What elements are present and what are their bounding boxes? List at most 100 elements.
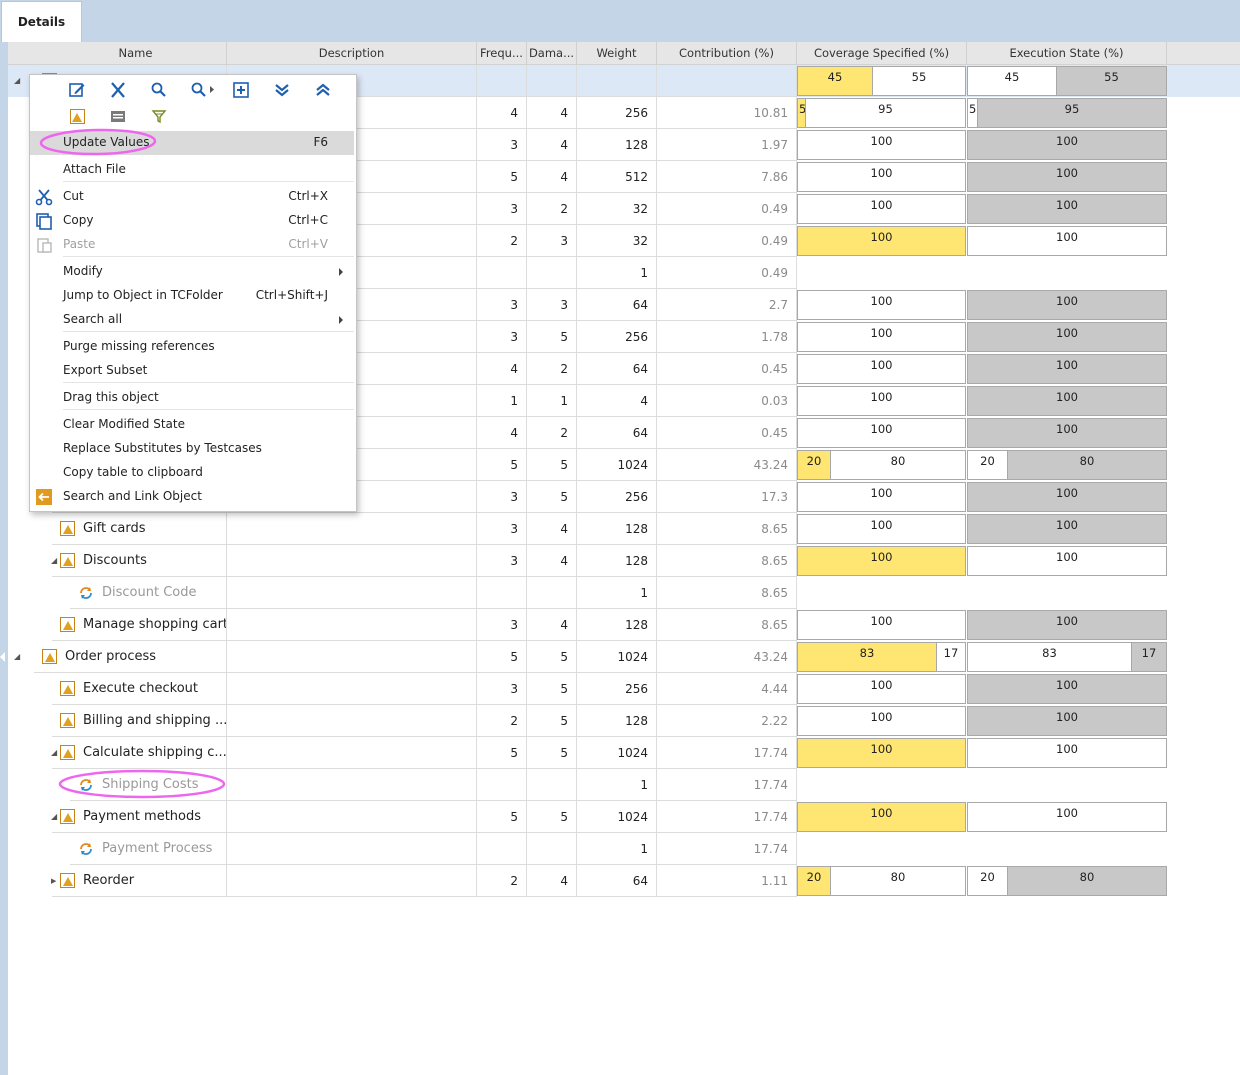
menu-item-attach-file[interactable]: Attach File — [30, 158, 354, 182]
damage-cell[interactable]: 5 — [527, 737, 577, 769]
collapse-all-icon[interactable] — [272, 80, 292, 100]
coverage-bar[interactable]: 100 — [797, 610, 966, 640]
weight-cell[interactable]: 256 — [577, 673, 657, 705]
weight-cell[interactable]: 128 — [577, 129, 657, 161]
coverage-bar[interactable]: 100 — [797, 162, 966, 192]
expander-expanded-icon[interactable]: ◢ — [51, 556, 57, 565]
contribution-cell[interactable]: 1.97 — [657, 129, 797, 161]
execution-bar[interactable]: 100 — [967, 290, 1167, 320]
coverage-bar[interactable]: 100 — [797, 418, 966, 448]
frequency-cell[interactable]: 4 — [477, 353, 527, 385]
frequency-cell[interactable]: 4 — [477, 417, 527, 449]
coverage-bar[interactable]: 100 — [797, 674, 966, 704]
description-cell[interactable] — [227, 577, 477, 609]
execution-bar[interactable]: 20 80 — [967, 450, 1167, 480]
damage-cell[interactable]: 5 — [527, 705, 577, 737]
menu-item-copy[interactable]: Copy Ctrl+C — [30, 209, 354, 233]
frequency-cell[interactable]: 2 — [477, 225, 527, 257]
table-row[interactable]: Execute checkout 3 5 256 4.44 100 100 — [8, 673, 1240, 705]
damage-cell[interactable]: 4 — [527, 513, 577, 545]
contribution-cell[interactable]: 2.7 — [657, 289, 797, 321]
coverage-bar[interactable]: 5 95 — [797, 98, 966, 128]
search-icon[interactable] — [149, 80, 169, 100]
frequency-cell[interactable]: 3 — [477, 481, 527, 513]
damage-cell[interactable]: 5 — [527, 673, 577, 705]
execution-bar[interactable]: 100 — [967, 546, 1167, 576]
menu-item-jump-to-object-in-tcfolder[interactable]: Jump to Object in TCFolder Ctrl+Shift+J — [30, 284, 354, 308]
collapse-panel-arrow-icon[interactable] — [0, 652, 5, 662]
damage-cell[interactable] — [527, 257, 577, 289]
expand-all-icon[interactable] — [313, 80, 333, 100]
contribution-cell[interactable]: 1.78 — [657, 321, 797, 353]
coverage-bar[interactable]: 100 — [797, 194, 966, 224]
contribution-cell[interactable]: 43.24 — [657, 641, 797, 673]
execution-bar[interactable]: 100 — [967, 514, 1167, 544]
frequency-cell[interactable]: 2 — [477, 705, 527, 737]
description-cell[interactable] — [227, 513, 477, 545]
description-cell[interactable] — [227, 609, 477, 641]
coverage-bar[interactable]: 100 — [797, 290, 966, 320]
name-cell[interactable]: Shipping Costs — [70, 769, 227, 801]
damage-cell[interactable]: 3 — [527, 225, 577, 257]
damage-cell[interactable]: 5 — [527, 801, 577, 833]
name-cell[interactable]: Manage shopping cart — [52, 609, 227, 641]
menu-item-modify[interactable]: Modify — [30, 260, 354, 284]
name-cell[interactable]: Reorder — [52, 865, 227, 897]
contribution-cell[interactable]: 0.03 — [657, 385, 797, 417]
weight-cell[interactable]: 1024 — [577, 641, 657, 673]
contribution-cell[interactable] — [657, 65, 797, 97]
weight-cell[interactable]: 512 — [577, 161, 657, 193]
frequency-cell[interactable]: 3 — [477, 673, 527, 705]
menu-item-clear-modified-state[interactable]: Clear Modified State — [30, 413, 354, 437]
tab-details[interactable]: Details — [1, 1, 82, 42]
contribution-cell[interactable]: 17.74 — [657, 737, 797, 769]
expander-expanded-icon[interactable]: ◢ — [51, 748, 57, 757]
table-row[interactable]: Order process ◢ 5 5 1024 43.24 83 17 83 17 — [8, 641, 1240, 673]
edit-icon[interactable] — [67, 80, 87, 100]
weight-cell[interactable]: 256 — [577, 481, 657, 513]
execution-bar[interactable]: 100 — [967, 418, 1167, 448]
execution-bar[interactable]: 100 — [967, 386, 1167, 416]
contribution-cell[interactable]: 10.81 — [657, 97, 797, 129]
damage-cell[interactable]: 4 — [527, 545, 577, 577]
table-row[interactable]: Payment methods ◢ 5 5 1024 17.74 100 100 — [8, 801, 1240, 833]
description-cell[interactable] — [227, 737, 477, 769]
execution-bar[interactable]: 100 — [967, 482, 1167, 512]
col-header-execution[interactable]: Execution State (%) — [967, 42, 1167, 64]
weight-cell[interactable]: 1 — [577, 577, 657, 609]
damage-cell[interactable]: 4 — [527, 609, 577, 641]
frequency-cell[interactable]: 2 — [477, 865, 527, 897]
execution-bar[interactable]: 83 17 — [967, 642, 1167, 672]
weight-cell[interactable]: 128 — [577, 705, 657, 737]
description-cell[interactable] — [227, 801, 477, 833]
weight-cell[interactable]: 64 — [577, 353, 657, 385]
description-cell[interactable] — [227, 545, 477, 577]
weight-cell[interactable]: 64 — [577, 865, 657, 897]
coverage-bar[interactable]: 83 17 — [797, 642, 966, 672]
col-header-weight[interactable]: Weight — [577, 42, 657, 64]
damage-cell[interactable]: 5 — [527, 321, 577, 353]
execution-bar[interactable]: 100 — [967, 226, 1167, 256]
contribution-cell[interactable]: 17.74 — [657, 769, 797, 801]
damage-cell[interactable]: 2 — [527, 353, 577, 385]
weight-cell[interactable]: 4 — [577, 385, 657, 417]
expand-icon[interactable] — [231, 80, 251, 100]
menu-item-replace-substitutes-by-testcases[interactable]: Replace Substitutes by Testcases — [30, 437, 354, 461]
name-cell[interactable]: Discount Code — [70, 577, 227, 609]
expander-expanded-icon[interactable]: ◢ — [14, 76, 20, 85]
coverage-bar[interactable]: 20 80 — [797, 866, 966, 896]
damage-cell[interactable]: 4 — [527, 865, 577, 897]
coverage-bar[interactable]: 20 80 — [797, 450, 966, 480]
cut-tool-icon[interactable] — [108, 80, 128, 100]
execution-bar[interactable]: 100 — [967, 738, 1167, 768]
search-options-icon[interactable] — [190, 80, 216, 100]
table-row[interactable]: Reorder ▶ 2 4 64 1.11 20 80 20 80 — [8, 865, 1240, 897]
contribution-cell[interactable]: 17.74 — [657, 801, 797, 833]
menu-item-purge-missing-references[interactable]: Purge missing references — [30, 335, 354, 359]
weight-cell[interactable]: 1024 — [577, 449, 657, 481]
damage-cell[interactable]: 4 — [527, 97, 577, 129]
frequency-cell[interactable]: 3 — [477, 321, 527, 353]
folder-icon[interactable] — [108, 106, 128, 126]
table-row[interactable]: Discount Code 1 8.65 — [8, 577, 1240, 609]
col-header-frequency[interactable]: Frequ... — [477, 42, 527, 64]
